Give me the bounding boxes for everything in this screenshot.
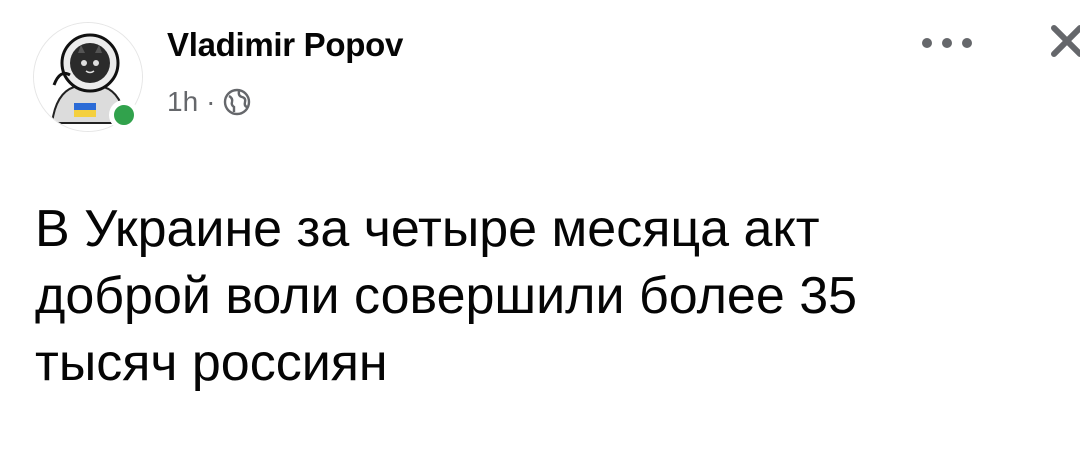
globe-icon[interactable]: [223, 88, 251, 116]
more-horizontal-icon: [942, 38, 952, 48]
more-horizontal-icon: [922, 38, 932, 48]
close-button[interactable]: [1036, 18, 1080, 68]
more-options-button[interactable]: [922, 30, 972, 56]
author-name[interactable]: Vladimir Popov: [167, 26, 403, 64]
facebook-post: Vladimir Popov 1h · В Украине за четыре …: [0, 0, 1080, 459]
more-horizontal-icon: [962, 38, 972, 48]
close-icon: [1051, 25, 1080, 57]
post-meta: 1h ·: [167, 84, 251, 120]
post-timestamp[interactable]: 1h: [167, 86, 198, 118]
online-status-dot: [109, 100, 139, 130]
avatar-container[interactable]: [33, 22, 145, 134]
meta-separator: ·: [206, 86, 216, 117]
post-text: В Украине за четыре месяца акт доброй во…: [35, 200, 858, 392]
